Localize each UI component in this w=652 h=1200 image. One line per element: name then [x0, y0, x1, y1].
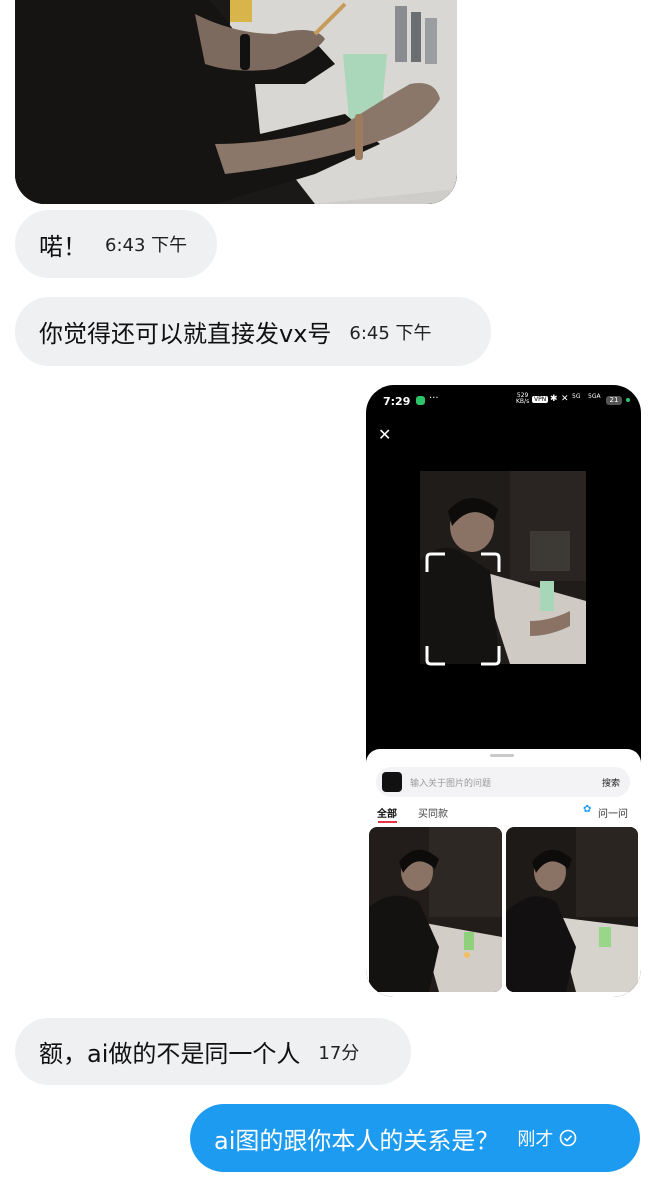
- scan-frame-icon[interactable]: [425, 552, 501, 666]
- message-text: ai图的跟你本人的关系是？: [214, 1126, 500, 1155]
- privacy-dot-icon: [626, 398, 630, 402]
- search-button[interactable]: 搜索: [602, 776, 620, 789]
- tab-buy-same[interactable]: 买同款: [418, 805, 448, 820]
- message-time: 6:43 下午: [105, 235, 188, 256]
- ask-button[interactable]: 问一问: [598, 805, 628, 820]
- net-speed: 529 KB/s: [516, 392, 530, 405]
- mute-icon: ✕: [561, 394, 569, 404]
- search-box[interactable]: 输入关于图片的问题 搜索: [376, 767, 630, 797]
- received-photo[interactable]: [15, 0, 457, 204]
- message-time: 6:45 下午: [349, 322, 432, 344]
- result-image[interactable]: [369, 827, 502, 992]
- status-bar: 7:29 ··· 529 KB/s VPN ✱ ✕ 5G 5GA 21: [366, 385, 641, 415]
- search-input[interactable]: 输入关于图片的问题: [410, 776, 602, 789]
- message-bubble-incoming[interactable]: 额，ai做的不是同一个人 17分: [15, 1018, 411, 1085]
- signal-5g: 5G: [572, 393, 581, 400]
- message-time: 刚才: [517, 1129, 554, 1150]
- vpn-badge: VPN: [532, 396, 549, 403]
- wechat-icon: [416, 396, 425, 405]
- bluetooth-icon: ✱: [550, 394, 558, 404]
- settings-icon: ✿: [583, 804, 592, 815]
- message-text: 额，ai做的不是同一个人: [39, 1040, 301, 1068]
- message-bubble-incoming[interactable]: 你觉得还可以就直接发vx号 6:45 下午: [15, 297, 491, 366]
- message-bubble-incoming[interactable]: 喏！ 6:43 下午: [15, 210, 217, 278]
- search-thumbnail: [382, 772, 402, 792]
- signal-5ga: 5GA: [588, 393, 601, 400]
- tab-all[interactable]: 全部: [377, 805, 397, 820]
- tab-underline: [378, 821, 397, 823]
- battery-icon: 21: [606, 396, 622, 405]
- message-bubble-outgoing[interactable]: ai图的跟你本人的关系是？ 刚才: [190, 1104, 640, 1172]
- read-check-icon: [560, 1129, 577, 1147]
- message-text: 喏！: [39, 232, 87, 261]
- drag-handle[interactable]: [490, 754, 514, 757]
- close-icon[interactable]: ✕: [378, 425, 391, 444]
- result-sheet: 输入关于图片的问题 搜索 全部 买同款 ✿ 问一问: [366, 749, 641, 997]
- result-image[interactable]: [506, 827, 638, 992]
- more-dots-icon: ···: [429, 393, 439, 404]
- message-time: 17分: [318, 1042, 360, 1064]
- message-text: 你觉得还可以就直接发vx号: [39, 320, 332, 348]
- status-time: 7:29: [383, 395, 411, 408]
- sent-screenshot[interactable]: 7:29 ··· 529 KB/s VPN ✱ ✕ 5G 5GA 21 ✕ 输入…: [366, 385, 641, 997]
